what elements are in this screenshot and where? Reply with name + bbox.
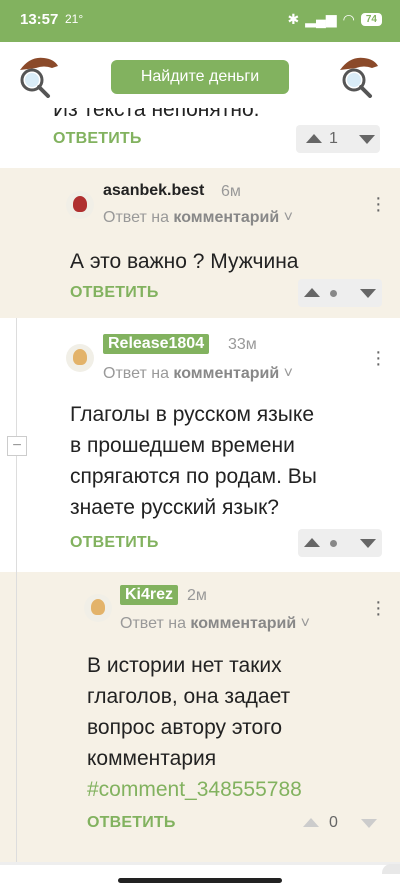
comment-text: Из текста непонятно. bbox=[53, 108, 260, 121]
upvote-icon[interactable] bbox=[304, 538, 320, 547]
detective-logo-icon[interactable] bbox=[336, 52, 384, 98]
downvote-icon[interactable] bbox=[359, 135, 375, 144]
downvote-icon[interactable] bbox=[360, 289, 376, 298]
comment-block: Из текста непонятно. ОТВЕТИТЬ 1 bbox=[0, 108, 400, 168]
comment-link[interactable]: #comment_348555788 bbox=[87, 774, 302, 805]
signal-icon: ▂▄▆ bbox=[305, 11, 337, 27]
detective-logo-icon[interactable] bbox=[14, 52, 62, 98]
battery-icon: 74 bbox=[360, 13, 382, 26]
divider bbox=[0, 862, 400, 865]
username[interactable]: Ki4rez bbox=[120, 585, 179, 605]
vote-dot bbox=[330, 290, 337, 297]
username[interactable]: asanbek.best bbox=[103, 182, 204, 200]
comment-text: А это важно ? Мужчина bbox=[70, 250, 299, 273]
chevron-down-icon[interactable]: ˅ bbox=[284, 209, 293, 226]
upvote-icon[interactable] bbox=[303, 818, 319, 827]
comment-time: 6м bbox=[221, 183, 241, 200]
collapse-thread-button[interactable]: − bbox=[7, 436, 27, 456]
reply-button[interactable]: ОТВЕТИТЬ bbox=[87, 814, 176, 832]
comment-block: Release1804 33м Ответ на комментарий ˅ ·… bbox=[0, 318, 400, 572]
upvote-icon[interactable] bbox=[304, 288, 320, 297]
home-indicator[interactable] bbox=[118, 878, 282, 883]
vote-box: 0 bbox=[300, 809, 384, 837]
thread-line bbox=[16, 456, 17, 862]
more-options-icon[interactable]: · · · bbox=[375, 342, 382, 374]
comment-time: 33м bbox=[228, 336, 257, 353]
downvote-icon[interactable] bbox=[361, 819, 377, 828]
status-icons: ✱ ▂▄▆ ◠ 74 bbox=[287, 11, 382, 28]
wifi-icon: ◠ bbox=[342, 11, 355, 27]
reply-button[interactable]: ОТВЕТИТЬ bbox=[70, 284, 159, 302]
avatar[interactable] bbox=[84, 594, 112, 622]
thread-line bbox=[16, 318, 17, 436]
chevron-down-icon[interactable]: ˅ bbox=[284, 365, 293, 382]
comment-block: Ki4rez 2м Ответ на комментарий ˅ · · · В и… bbox=[0, 572, 400, 862]
downvote-icon[interactable] bbox=[360, 539, 376, 548]
reply-button[interactable]: ОТВЕТИТЬ bbox=[53, 130, 142, 148]
avatar[interactable] bbox=[66, 344, 94, 372]
comment-time: 2м bbox=[187, 587, 207, 604]
vote-box bbox=[298, 529, 382, 557]
reply-to[interactable]: Ответ на комментарий ˅ bbox=[103, 365, 293, 383]
comment-block: asanbek.best 6м Ответ на комментарий ˅ ·… bbox=[0, 168, 400, 318]
vote-box bbox=[298, 279, 382, 307]
status-time: 13:57 bbox=[20, 11, 59, 28]
vote-count: 0 bbox=[329, 814, 338, 831]
vote-count: 1 bbox=[329, 130, 338, 147]
vote-box: 1 bbox=[296, 125, 380, 153]
scroll-up-button[interactable] bbox=[382, 864, 400, 874]
reply-to[interactable]: Ответ на комментарий ˅ bbox=[120, 615, 310, 633]
upvote-icon[interactable] bbox=[306, 134, 322, 143]
comment-text: В истории нет таких глаголов, она задает… bbox=[87, 650, 302, 805]
chevron-down-icon[interactable]: ˅ bbox=[301, 615, 310, 632]
more-options-icon[interactable]: · · · bbox=[375, 188, 382, 220]
username[interactable]: Release1804 bbox=[103, 334, 210, 354]
vote-dot bbox=[330, 540, 337, 547]
reply-button[interactable]: ОТВЕТИТЬ bbox=[70, 534, 159, 552]
status-temperature: 21° bbox=[65, 12, 84, 26]
avatar[interactable] bbox=[66, 191, 94, 219]
status-bar: 13:57 21° ✱ ▂▄▆ ◠ 74 bbox=[0, 0, 400, 42]
reply-to[interactable]: Ответ на комментарий ˅ bbox=[103, 209, 293, 227]
bluetooth-icon: ✱ bbox=[287, 11, 300, 27]
comment-text: Глаголы в русском языке в прошедшем врем… bbox=[70, 403, 317, 519]
find-money-button[interactable]: Найдите деньги bbox=[111, 60, 289, 94]
more-options-icon[interactable]: · · · bbox=[375, 592, 382, 624]
